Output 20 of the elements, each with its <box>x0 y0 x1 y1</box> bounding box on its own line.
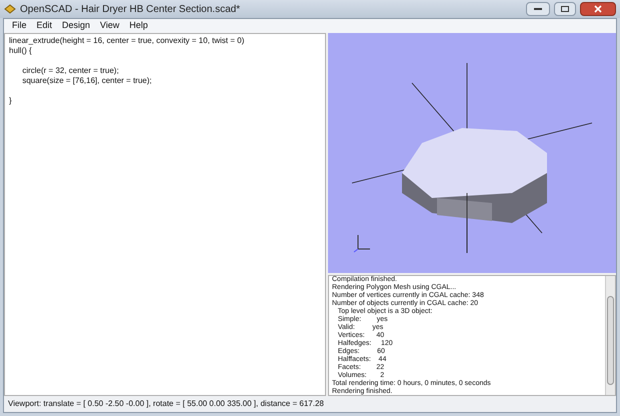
minimize-button[interactable] <box>526 2 550 16</box>
menu-item[interactable]: Design <box>58 19 94 33</box>
status-text: Viewport: translate = [ 0.50 -2.50 -0.00 ], rotate = [ 55.00 0.00 335.00 ], distance = 617.28 <box>8 398 324 410</box>
scrollbar[interactable] <box>605 276 615 395</box>
maximize-button[interactable] <box>554 2 576 16</box>
menu-item[interactable]: View <box>96 19 124 33</box>
menu-item[interactable]: Edit <box>32 19 56 33</box>
code-line: linear_extrude(height = 16, center = true, convexity = 10, twist = 0) <box>9 36 246 46</box>
close-button[interactable] <box>580 2 616 16</box>
code-line: square(size = [76,16], center = true); <box>21 76 153 86</box>
app-icon <box>4 3 16 15</box>
window-title: OpenSCAD - Hair Dryer HB Center Section.scad* <box>20 2 240 16</box>
code-line: hull() { <box>9 46 33 56</box>
menu-item[interactable]: File <box>8 19 31 33</box>
close-icon <box>594 5 602 13</box>
code-editor[interactable]: linear_extrude(height = 16, center = true, convexity = 10, twist = 0) hull() { circle(r = 32, center = true); square(size = [76,16], center = true); } <box>4 33 326 396</box>
3d-viewport[interactable] <box>328 33 616 273</box>
code-line: } <box>9 96 13 106</box>
code-line: circle(r = 32, center = true); <box>21 66 120 76</box>
menu-item[interactable]: Help <box>125 19 152 33</box>
